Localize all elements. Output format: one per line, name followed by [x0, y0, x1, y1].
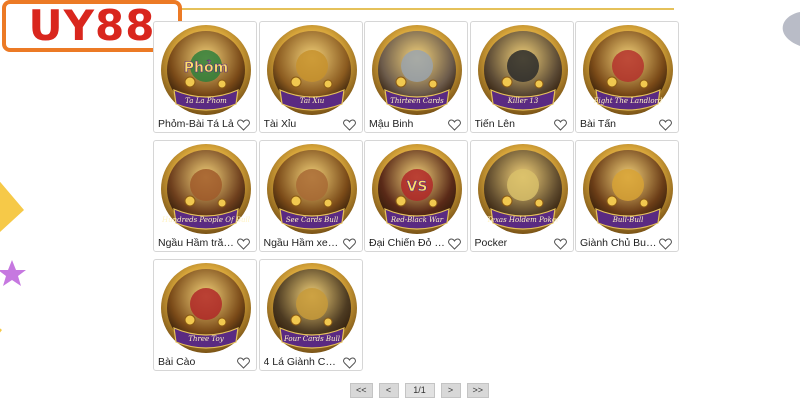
ribbon-label: Killer 13	[506, 97, 538, 105]
heart-icon[interactable]	[237, 238, 250, 250]
game-card-11[interactable]: Three Toy Bài Cào	[153, 259, 257, 371]
game-card-12[interactable]: Four Cards Bull 4 Lá Giành Chủ Bull	[258, 259, 363, 371]
artwork-accent	[295, 169, 328, 201]
game-card-1[interactable]: Phỏm Ta La Phom Phỏm-Bài Tá Lả	[153, 21, 257, 133]
artwork-accent	[190, 288, 222, 320]
game-thumbnail[interactable]: Three Toy	[160, 262, 252, 354]
heart-icon[interactable]	[237, 357, 250, 369]
artwork-accent	[295, 50, 328, 82]
ribbon-label: Texas Holdem Poker	[486, 216, 559, 224]
game-name[interactable]: Bài Tấn	[580, 118, 658, 130]
game-name[interactable]: Ngầu Hầm xem bài	[264, 237, 342, 249]
game-thumbnail[interactable]: Bull-Bull	[582, 143, 674, 235]
game-thumbnail[interactable]: Texas Holdem Poker	[477, 143, 569, 235]
prev-page-button[interactable]: <	[378, 383, 399, 398]
heart-icon[interactable]	[342, 238, 356, 250]
game-name[interactable]: Phỏm-Bài Tá Lả	[158, 118, 236, 130]
heart-icon[interactable]	[342, 119, 356, 131]
game-name[interactable]: Pocker	[475, 237, 553, 249]
artwork-accent	[506, 50, 539, 82]
game-card-2[interactable]: Tai Xiu Tài Xỉu	[258, 21, 363, 133]
ribbon-label: Four Cards Bull	[282, 335, 339, 343]
heart-icon[interactable]	[553, 238, 567, 250]
star-decoration-icon	[0, 181, 26, 333]
game-name[interactable]: Đại Chiến Đỏ Đen	[369, 237, 447, 249]
artwork-accent	[612, 50, 644, 82]
game-card-7[interactable]: See Cards Bull Ngầu Hầm xem bài	[258, 140, 363, 252]
artwork-accent	[190, 169, 222, 201]
ribbon-label: Tai Xiu	[299, 97, 324, 105]
ribbon-label: See Cards Bull	[285, 216, 338, 224]
game-card-10[interactable]: Bull-Bull Giành Chủ Bull-Bull	[575, 140, 679, 252]
game-thumbnail[interactable]: See Cards Bull	[266, 143, 358, 235]
heart-icon[interactable]	[448, 238, 461, 250]
ribbon-label: Thirteen Cards	[390, 97, 444, 105]
game-lobby: UY88 Phỏm Ta La Phom Phỏm-Bài Tá Lả Tai …	[0, 0, 800, 400]
next-page-button[interactable]: >	[440, 383, 461, 398]
last-page-button[interactable]: >>	[466, 383, 490, 398]
artwork-accent	[401, 50, 433, 82]
heart-icon[interactable]	[448, 119, 461, 131]
ribbon-label: Bull-Bull	[612, 216, 644, 224]
game-card-9[interactable]: Texas Holdem Poker Pocker	[469, 140, 574, 252]
top-gold-divider	[180, 8, 674, 10]
heart-icon[interactable]	[342, 357, 356, 369]
heart-icon[interactable]	[553, 119, 567, 131]
game-name[interactable]: Bài Cào	[158, 356, 236, 368]
game-card-8[interactable]: VS Red-Black War Đại Chiến Đỏ Đen	[364, 140, 468, 252]
ribbon-label: Fight The Landlord	[593, 97, 663, 105]
game-card-3[interactable]: Thirteen Cards Mậu Binh	[364, 21, 468, 133]
game-card-5[interactable]: Fight The Landlord Bài Tấn	[575, 21, 679, 133]
logo-text: UY88	[28, 1, 156, 50]
ribbon-label: Hundreds People Of Bull	[161, 216, 250, 224]
heart-icon[interactable]	[659, 119, 672, 131]
artwork-accent	[612, 169, 644, 201]
game-thumbnail[interactable]: Tai Xiu	[266, 24, 358, 116]
heart-icon[interactable]	[237, 119, 250, 131]
artwork-label: Phỏm	[184, 60, 228, 76]
artwork-accent	[506, 169, 539, 201]
game-thumbnail[interactable]: Thirteen Cards	[371, 24, 463, 116]
game-name[interactable]: Giành Chủ Bull-Bull	[580, 237, 658, 249]
ribbon-label: Red-Black War	[390, 216, 444, 224]
game-name[interactable]: Tiến Lên	[475, 118, 553, 130]
current-page-indicator: 1/1	[404, 383, 435, 398]
game-name[interactable]: Ngầu Hầm trăm người	[158, 237, 236, 249]
moon-decoration-icon	[782, 12, 800, 46]
heart-icon[interactable]	[659, 238, 672, 250]
game-thumbnail[interactable]: Killer 13	[477, 24, 569, 116]
ribbon-label: Ta La Phom	[185, 97, 227, 105]
game-thumbnail[interactable]: Hundreds People Of Bull	[160, 143, 252, 235]
ribbon-label: Three Toy	[188, 335, 224, 343]
game-card-4[interactable]: Killer 13 Tiến Lên	[469, 21, 574, 133]
game-name[interactable]: Mậu Binh	[369, 118, 447, 130]
game-thumbnail[interactable]: VS Red-Black War	[371, 143, 463, 235]
game-name[interactable]: 4 Lá Giành Chủ Bull	[264, 356, 342, 368]
artwork-label: VS	[407, 179, 428, 195]
pagination: << < 1/1 > >>	[350, 383, 490, 398]
game-thumbnail[interactable]: Phỏm Ta La Phom	[160, 24, 252, 116]
game-thumbnail[interactable]: Four Cards Bull	[266, 262, 358, 354]
artwork-accent	[295, 288, 328, 320]
game-thumbnail[interactable]: Fight The Landlord	[582, 24, 674, 116]
game-name[interactable]: Tài Xỉu	[264, 118, 342, 130]
game-card-6[interactable]: Hundreds People Of Bull Ngầu Hầm trăm ng…	[153, 140, 257, 252]
first-page-button[interactable]: <<	[350, 383, 373, 398]
